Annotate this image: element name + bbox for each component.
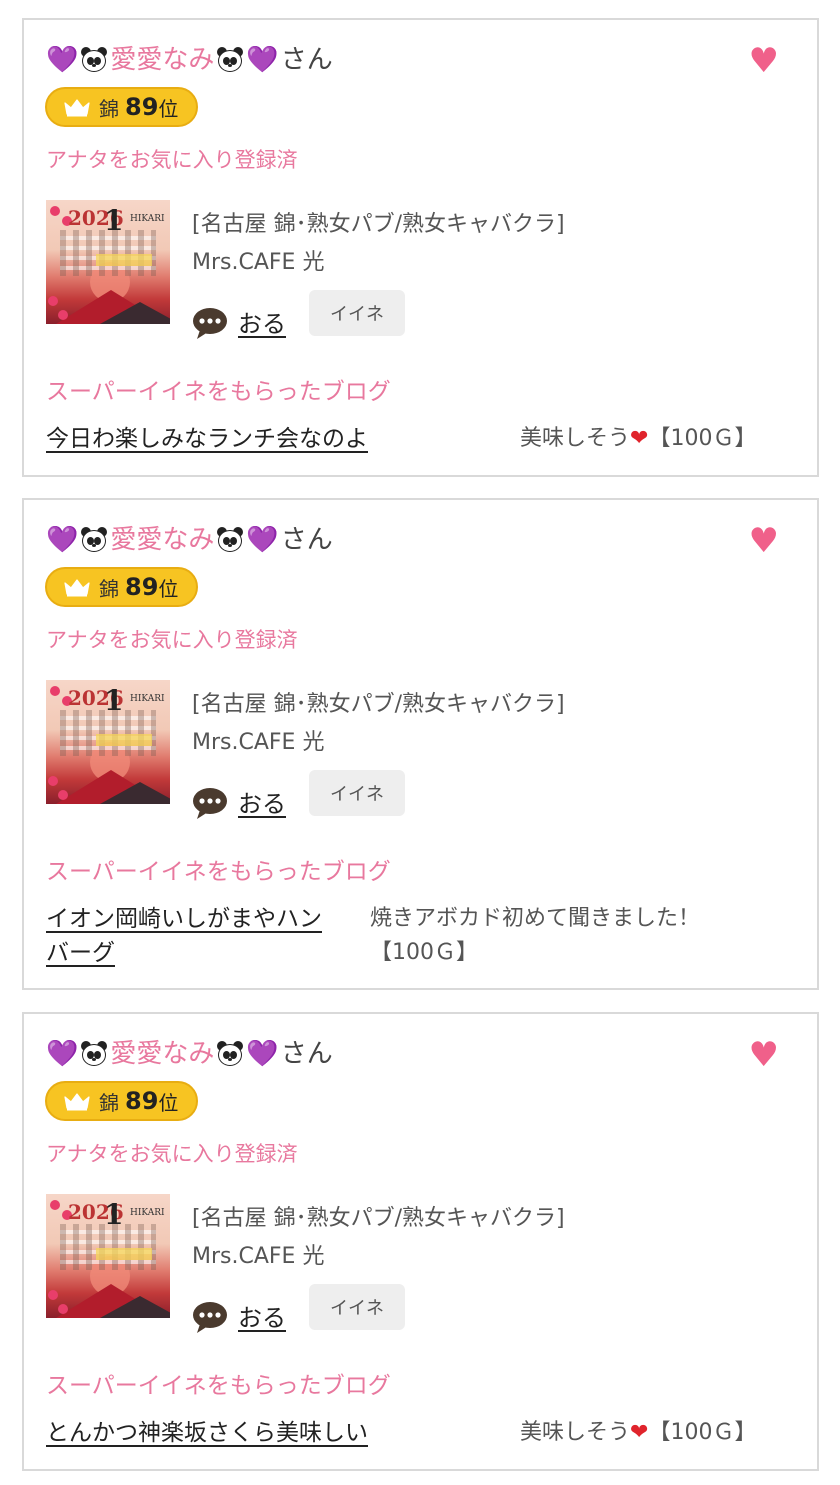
comment-suffix: 【100Ｇ】 [370, 940, 478, 965]
rank-number: 89 [125, 1087, 159, 1115]
panda-icon [215, 1039, 245, 1069]
rank-number: 89 [125, 93, 159, 121]
comment-text: 美味しそう [520, 426, 631, 451]
favorite-status: アナタをお気に入り登録済 [46, 628, 298, 652]
blog-title-link[interactable]: とんかつ神楽坂さくら美味しい [46, 1416, 368, 1450]
blog-comment: 美味しそう❤【100Ｇ】 [520, 1416, 756, 1450]
blog-comment: 焼きアボカド初めて聞きました！ 【100Ｇ】 [370, 902, 700, 970]
shop-name[interactable]: Mrs.CAFE 光 [192, 1238, 324, 1270]
user-nickname: 愛愛なみ [110, 525, 215, 555]
favorite-card: 💜 愛愛なみ 💜 さん ♥ 錦 89 位 アナタをお気に入り登録済 2026 1… [22, 1012, 819, 1471]
iine-button[interactable]: イイネ [309, 290, 405, 336]
rank-suffix: 位 [158, 96, 179, 121]
purple-heart-icon: 💜 [246, 525, 279, 555]
honorific-label: さん [280, 1039, 333, 1069]
purple-heart-icon: 💜 [46, 525, 79, 555]
rank-badge: 錦 89 位 [45, 87, 198, 127]
purple-heart-icon: 💜 [46, 1039, 79, 1069]
rank-suffix: 位 [158, 1090, 179, 1115]
rank-badge: 錦 89 位 [45, 567, 198, 607]
blog-title-link[interactable]: イオン岡崎いしがまやハン バーグ [46, 902, 322, 970]
rank-badge: 錦 89 位 [45, 1081, 198, 1121]
thumbnail-brand: HIKARI [130, 694, 165, 704]
rank-area: 錦 [99, 1090, 119, 1115]
crown-icon [63, 97, 91, 117]
section-title: スーパーイイネをもらったブログ [46, 1373, 391, 1399]
shop-thumbnail[interactable]: 2026 1 HIKARI [46, 680, 170, 804]
shop-thumbnail[interactable]: 2026 1 HIKARI [46, 200, 170, 324]
thumbnail-month: 1 [104, 684, 124, 717]
heart-icon[interactable]: ♥ [749, 44, 779, 78]
red-heart-icon: ❤ [630, 426, 649, 451]
panda-icon [79, 1039, 109, 1069]
thumbnail-brand: HIKARI [130, 214, 165, 224]
panda-icon [79, 45, 109, 75]
blog-title-line: イオン岡崎いしがまやハン [46, 906, 322, 932]
favorite-card: 💜 愛愛なみ 💜 さん ♥ 錦 89 位 アナタをお気に入り登録済 2026 1… [22, 498, 819, 990]
speech-bubble-icon [192, 306, 228, 340]
speech-bubble-icon [192, 786, 228, 820]
crown-icon [63, 577, 91, 597]
rank-area: 錦 [99, 96, 119, 121]
red-heart-icon: ❤ [630, 1420, 649, 1445]
shop-name[interactable]: Mrs.CAFE 光 [192, 244, 324, 276]
section-title: スーパーイイネをもらったブログ [46, 859, 391, 885]
favorite-card: 💜 愛愛なみ 💜 さん ♥ 錦 89 位 アナタをお気に入り登録済 2026 1… [22, 18, 819, 477]
thumbnail-month: 1 [104, 1198, 124, 1231]
purple-heart-icon: 💜 [46, 45, 79, 75]
user-name-row[interactable]: 💜 愛愛なみ 💜 さん [46, 40, 333, 80]
honorific-label: さん [280, 45, 333, 75]
user-nickname: 愛愛なみ [110, 45, 215, 75]
thumbnail-brand: HIKARI [130, 1208, 165, 1218]
blog-title-link[interactable]: 今日わ楽しみなランチ会なのよ [46, 422, 368, 456]
rank-area: 錦 [99, 576, 119, 601]
status-link[interactable]: おる [238, 1298, 286, 1333]
iine-button[interactable]: イイネ [309, 770, 405, 816]
shop-name[interactable]: Mrs.CAFE 光 [192, 724, 324, 756]
status-link[interactable]: おる [238, 304, 286, 339]
favorite-status: アナタをお気に入り登録済 [46, 1142, 298, 1166]
user-name-row[interactable]: 💜 愛愛なみ 💜 さん [46, 520, 333, 560]
panda-icon [79, 525, 109, 555]
heart-icon[interactable]: ♥ [749, 524, 779, 558]
iine-button[interactable]: イイネ [309, 1284, 405, 1330]
section-title: スーパーイイネをもらったブログ [46, 379, 391, 405]
blog-title-line: バーグ [46, 940, 115, 966]
crown-icon [63, 1091, 91, 1111]
rank-suffix: 位 [158, 576, 179, 601]
user-nickname: 愛愛なみ [110, 1039, 215, 1069]
thumbnail-month: 1 [104, 204, 124, 237]
comment-suffix: 【100Ｇ】 [648, 1420, 757, 1445]
blog-comment: 美味しそう❤【100Ｇ】 [520, 422, 756, 456]
status-link[interactable]: おる [238, 784, 286, 819]
comment-suffix: 【100Ｇ】 [648, 426, 757, 451]
panda-icon [215, 525, 245, 555]
shop-category: [名古屋 錦･熟女パブ/熟女キャバクラ] [192, 212, 565, 237]
rank-number: 89 [125, 573, 159, 601]
shop-category: [名古屋 錦･熟女パブ/熟女キャバクラ] [192, 692, 565, 717]
shop-thumbnail[interactable]: 2026 1 HIKARI [46, 1194, 170, 1318]
speech-bubble-icon [192, 1300, 228, 1334]
user-name-row[interactable]: 💜 愛愛なみ 💜 さん [46, 1034, 333, 1074]
comment-text: 焼きアボカド初めて聞きました！ [370, 906, 701, 931]
comment-text: 美味しそう [520, 1420, 631, 1445]
favorite-status: アナタをお気に入り登録済 [46, 148, 298, 172]
purple-heart-icon: 💜 [246, 1039, 279, 1069]
panda-icon [215, 45, 245, 75]
purple-heart-icon: 💜 [246, 45, 279, 75]
shop-category: [名古屋 錦･熟女パブ/熟女キャバクラ] [192, 1206, 565, 1231]
honorific-label: さん [280, 525, 333, 555]
heart-icon[interactable]: ♥ [749, 1038, 779, 1072]
